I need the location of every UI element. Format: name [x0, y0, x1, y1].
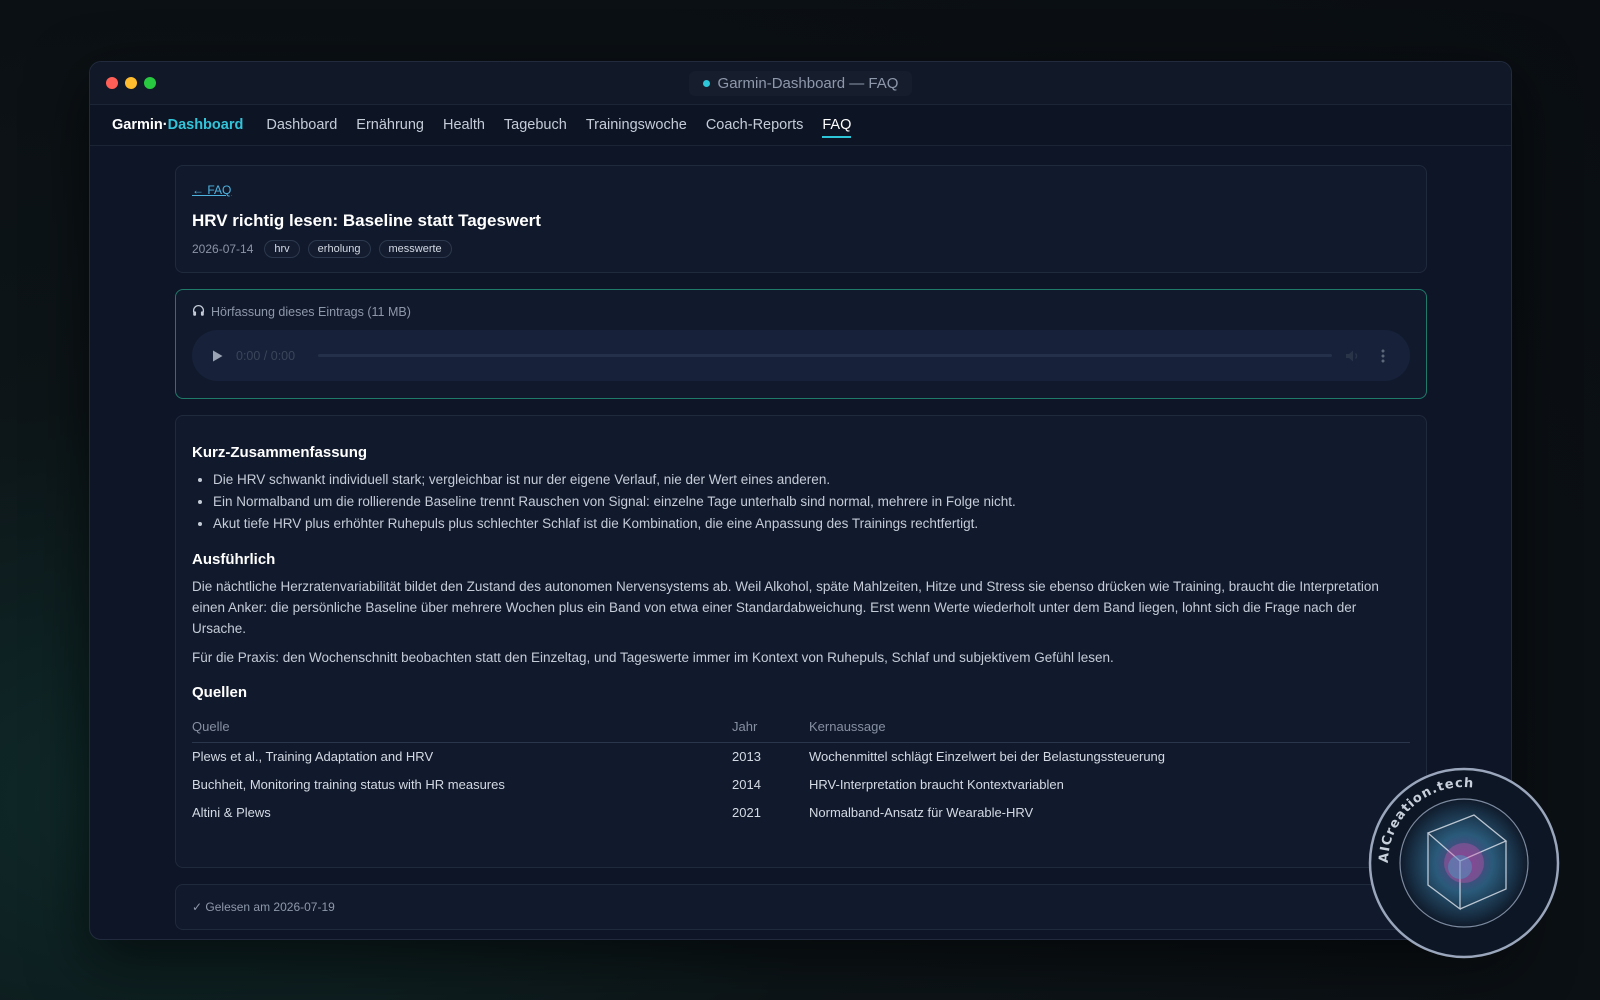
- summary-item: Akut tiefe HRV plus erhöhter Ruhepuls pl…: [213, 513, 1410, 535]
- entry-meta: 2026-07-14 hrv erholung messwerte: [192, 240, 1410, 258]
- volume-icon[interactable]: [1344, 347, 1362, 365]
- cell-year: 2014: [732, 777, 761, 792]
- nav-item-trainingswoche[interactable]: Trainingswoche: [586, 109, 687, 141]
- cell-source: Altini & Plews: [192, 805, 271, 820]
- status-dot-icon: [702, 79, 710, 87]
- table-header-row: Quelle Jahr Kernaussage: [192, 713, 1410, 743]
- window-controls: [106, 77, 156, 89]
- window-title-pill: Garmin-Dashboard — FAQ: [688, 70, 913, 96]
- cell-year: 2013: [732, 749, 761, 765]
- table-row: Plews et al., Training Adaptation and HR…: [192, 743, 1410, 771]
- sources-heading: Quellen: [192, 684, 248, 701]
- page-title: HRV richtig lesen: Baseline statt Tagesw…: [192, 211, 541, 230]
- detail-paragraph: Die nächtliche Herzratenvariabilität bil…: [192, 579, 1379, 636]
- detail-paragraph: Für die Praxis: den Wochenschnitt beobac…: [192, 650, 1114, 665]
- summary-list: Die HRV schwankt individuell stark; verg…: [213, 469, 1410, 535]
- audio-label-row: Hörfassung dieses Eintrags (11 MB): [192, 304, 1410, 320]
- nav-item-health[interactable]: Health: [443, 109, 485, 141]
- audio-label: Hörfassung dieses Eintrags (11 MB): [211, 305, 411, 319]
- entry-date: 2026-07-14: [192, 242, 254, 256]
- audio-player: 0:00 / 0:00: [192, 330, 1410, 381]
- cell-statement: Wochenmittel schlägt Einzelwert bei der …: [809, 749, 1166, 765]
- play-icon[interactable]: [210, 349, 224, 363]
- column-header-quelle: Quelle: [192, 713, 732, 743]
- headphones-icon: [192, 304, 205, 320]
- cell-statement: Normalband-Ansatz für Wearable-HRV: [809, 805, 1034, 820]
- nav-item-dashboard[interactable]: Dashboard: [266, 109, 337, 141]
- tag-messwerte[interactable]: messwerte: [378, 240, 452, 258]
- read-status: ✓ Gelesen am 2026-07-19: [192, 900, 335, 914]
- title-bar: Garmin-Dashboard — FAQ: [90, 62, 1511, 105]
- cell-year: 2021: [732, 805, 761, 820]
- nav-item-faq[interactable]: FAQ: [822, 109, 852, 141]
- nav-item-ernaehrung[interactable]: Ernährung: [356, 109, 424, 141]
- cell-source: Buchheit, Monitoring training status wit…: [192, 777, 505, 792]
- audio-time: 0:00 / 0:00: [236, 348, 296, 363]
- summary-item: Ein Normalband um die rollierende Baseli…: [213, 491, 1410, 513]
- brand-accent-text: Dashboard: [167, 117, 244, 133]
- brand-text: Garmin·: [112, 117, 168, 133]
- app-window: Garmin-Dashboard — FAQ Garmin·Dashboard …: [89, 61, 1512, 940]
- table-row: Buchheit, Monitoring training status wit…: [192, 771, 1410, 799]
- top-nav: Garmin·Dashboard Dashboard Ernährung Hea…: [90, 105, 1511, 146]
- sources-table: Quelle Jahr Kernaussage Plews et al., Tr…: [192, 713, 1410, 827]
- audio-progress-bar[interactable]: [318, 354, 1332, 357]
- back-to-faq-link[interactable]: ← FAQ: [192, 183, 231, 197]
- column-header-kernaussage: Kernaussage: [809, 713, 1410, 743]
- summary-heading: Kurz-Zusammenfassung: [192, 444, 368, 461]
- audio-card: Hörfassung dieses Eintrags (11 MB) 0:00 …: [175, 289, 1427, 399]
- main-content: ← FAQ HRV richtig lesen: Baseline statt …: [175, 165, 1427, 930]
- entry-body-card: Kurz-Zusammenfassung Die HRV schwankt in…: [175, 415, 1427, 868]
- maximize-window-button[interactable]: [144, 77, 156, 89]
- summary-item: Die HRV schwankt individuell stark; verg…: [213, 469, 1410, 491]
- column-header-jahr: Jahr: [732, 713, 809, 743]
- brand-logo[interactable]: Garmin·Dashboard: [112, 117, 243, 133]
- close-window-button[interactable]: [106, 77, 118, 89]
- window-title: Garmin-Dashboard — FAQ: [717, 74, 899, 92]
- table-row: Altini & Plews 2021 Normalband-Ansatz fü…: [192, 799, 1410, 827]
- cell-source: Plews et al., Training Adaptation and HR…: [192, 749, 434, 765]
- detail-heading: Ausführlich: [192, 551, 276, 568]
- watermark-seal: AICreation.tech: [1368, 767, 1560, 959]
- tag-hrv[interactable]: hrv: [264, 240, 300, 258]
- tag-erholung[interactable]: erholung: [307, 240, 371, 258]
- nav-item-coach-reports[interactable]: Coach-Reports: [706, 109, 804, 141]
- cell-statement: HRV-Interpretation braucht Kontextvariab…: [809, 777, 1064, 792]
- more-options-icon[interactable]: [1374, 347, 1392, 365]
- nav-item-tagebuch[interactable]: Tagebuch: [504, 109, 567, 141]
- minimize-window-button[interactable]: [125, 77, 137, 89]
- entry-header-card: ← FAQ HRV richtig lesen: Baseline statt …: [175, 165, 1427, 273]
- read-status-card: ✓ Gelesen am 2026-07-19: [175, 884, 1427, 930]
